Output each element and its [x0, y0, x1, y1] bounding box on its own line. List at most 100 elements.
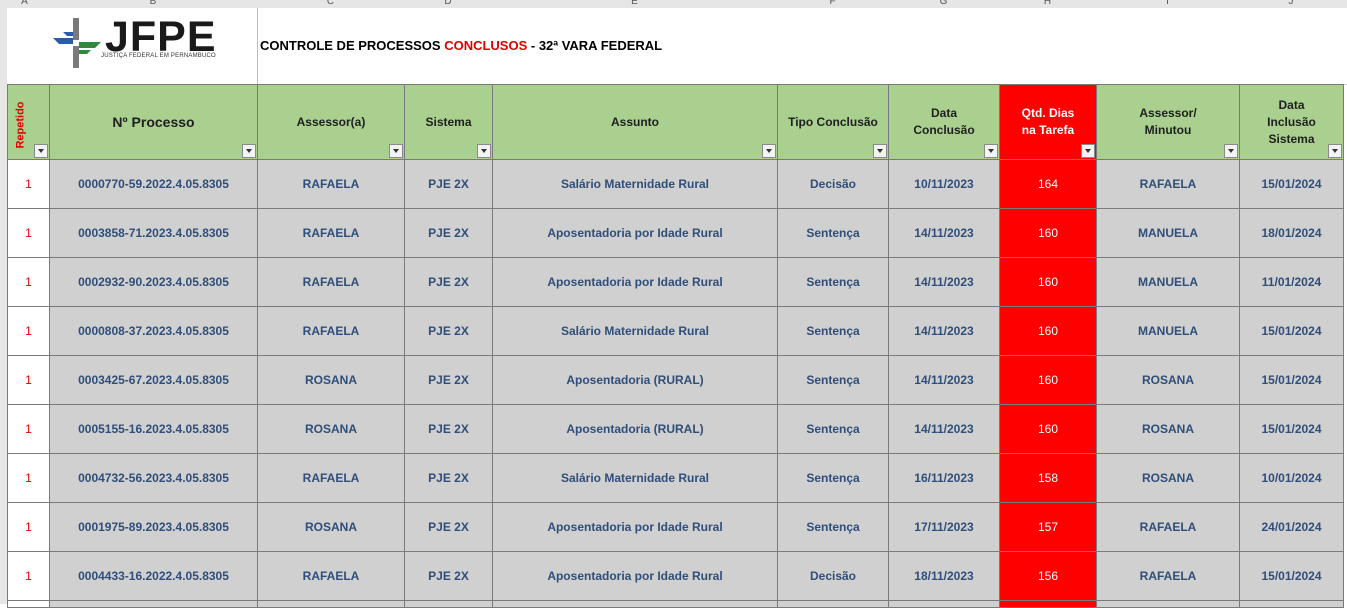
cell-sistema[interactable]: PJE 2X	[404, 159, 493, 209]
header-data-conclusao[interactable]: Data Conclusão	[888, 84, 1000, 160]
cell-data-inclusao[interactable]: 15/01/2024	[1239, 306, 1344, 356]
cell-repetido[interactable]	[7, 600, 50, 608]
cell-data-inclusao[interactable]: 24/01/2024	[1239, 502, 1344, 552]
cell-sistema[interactable]: PJE 2X	[404, 502, 493, 552]
cell-minutou[interactable]: RAFAELA	[1096, 502, 1240, 552]
cell-data-conclusao[interactable]	[888, 600, 1000, 608]
cell-minutou[interactable]: MANUELA	[1096, 257, 1240, 307]
cell-processo[interactable]: 0000770-59.2022.4.05.8305	[49, 159, 258, 209]
cell-tipo-conclusao[interactable]: Sentença	[777, 502, 889, 552]
header-sistema[interactable]: Sistema	[404, 84, 493, 160]
cell-data-inclusao[interactable]	[1239, 600, 1344, 608]
cell-qtd-dias[interactable]: 156	[999, 551, 1097, 601]
header-data-inclusao[interactable]: Data Inclusão Sistema	[1239, 84, 1344, 160]
cell-qtd-dias[interactable]: 158	[999, 453, 1097, 503]
cell-sistema[interactable]: PJE 2X	[404, 208, 493, 258]
cell-assunto[interactable]: Salário Maternidade Rural	[492, 306, 778, 356]
cell-processo[interactable]: 0001975-89.2023.4.05.8305	[49, 502, 258, 552]
cell-tipo-conclusao[interactable]: Sentença	[777, 306, 889, 356]
cell-minutou[interactable]: MANUELA	[1096, 306, 1240, 356]
filter-dropdown-icon[interactable]	[477, 144, 491, 158]
cell-sistema[interactable]: PJE 2X	[404, 453, 493, 503]
cell-data-conclusao[interactable]: 17/11/2023	[888, 502, 1000, 552]
cell-qtd-dias[interactable]: 160	[999, 306, 1097, 356]
cell-minutou[interactable]: RAFAELA	[1096, 551, 1240, 601]
filter-dropdown-icon[interactable]	[34, 144, 48, 158]
cell-data-inclusao[interactable]: 11/01/2024	[1239, 257, 1344, 307]
column-letter-i[interactable]: I	[1096, 0, 1239, 8]
header-minutou[interactable]: Assessor/ Minutou	[1096, 84, 1240, 160]
cell-sistema[interactable]: PJE 2X	[404, 306, 493, 356]
cell-processo[interactable]	[49, 600, 258, 608]
filter-dropdown-icon[interactable]	[242, 144, 256, 158]
cell-assessor[interactable]: ROSANA	[257, 502, 405, 552]
header-repetido[interactable]: Repetido	[7, 84, 50, 160]
cell-minutou[interactable]: ROSANA	[1096, 404, 1240, 454]
cell-tipo-conclusao[interactable]: Decisão	[777, 551, 889, 601]
cell-sistema[interactable]: PJE 2X	[404, 404, 493, 454]
filter-dropdown-icon[interactable]	[762, 144, 776, 158]
cell-tipo-conclusao[interactable]: Sentença	[777, 453, 889, 503]
filter-dropdown-icon[interactable]	[389, 144, 403, 158]
header-qtd-dias[interactable]: Qtd. Dias na Tarefa	[999, 84, 1097, 160]
cell-repetido[interactable]: 1	[7, 208, 50, 258]
filter-dropdown-icon[interactable]	[1224, 144, 1238, 158]
cell-qtd-dias[interactable]: 157	[999, 502, 1097, 552]
column-letter-d[interactable]: D	[404, 0, 492, 8]
cell-processo[interactable]: 0003858-71.2023.4.05.8305	[49, 208, 258, 258]
cell-processo[interactable]: 0002932-90.2023.4.05.8305	[49, 257, 258, 307]
column-letter-a[interactable]: A	[0, 0, 49, 8]
cell-assunto[interactable]: Salário Maternidade Rural	[492, 453, 778, 503]
cell-qtd-dias[interactable]: 160	[999, 257, 1097, 307]
cell-assessor[interactable]: RAFAELA	[257, 306, 405, 356]
cell-data-inclusao[interactable]: 15/01/2024	[1239, 404, 1344, 454]
cell-assunto[interactable]: Aposentadoria por Idade Rural	[492, 208, 778, 258]
column-letter-c[interactable]: C	[257, 0, 404, 8]
cell-assessor[interactable]: ROSANA	[257, 404, 405, 454]
cell-qtd-dias[interactable]: 164	[999, 159, 1097, 209]
cell-minutou[interactable]: ROSANA	[1096, 453, 1240, 503]
header-processo[interactable]: Nº Processo	[49, 84, 258, 160]
filter-dropdown-icon[interactable]	[1081, 144, 1095, 158]
cell-data-inclusao[interactable]: 18/01/2024	[1239, 208, 1344, 258]
cell-assessor[interactable]: RAFAELA	[257, 453, 405, 503]
cell-qtd-dias[interactable]	[999, 600, 1097, 608]
column-letter-g[interactable]: G	[888, 0, 999, 8]
cell-minutou[interactable]: ROSANA	[1096, 355, 1240, 405]
cell-minutou[interactable]	[1096, 600, 1240, 608]
cell-tipo-conclusao[interactable]: Sentença	[777, 208, 889, 258]
cell-tipo-conclusao[interactable]: Sentença	[777, 257, 889, 307]
cell-assessor[interactable]	[257, 600, 405, 608]
cell-sistema[interactable]: PJE 2X	[404, 257, 493, 307]
cell-assunto[interactable]: Aposentadoria por Idade Rural	[492, 502, 778, 552]
column-letter-b[interactable]: B	[49, 0, 257, 8]
cell-assunto[interactable]: Aposentadoria por Idade Rural	[492, 257, 778, 307]
filter-dropdown-icon[interactable]	[1328, 144, 1342, 158]
cell-sistema[interactable]: PJE 2X	[404, 551, 493, 601]
cell-tipo-conclusao[interactable]	[777, 600, 889, 608]
cell-data-conclusao[interactable]: 18/11/2023	[888, 551, 1000, 601]
cell-data-conclusao[interactable]: 14/11/2023	[888, 404, 1000, 454]
column-letter-e[interactable]: E	[492, 0, 777, 8]
cell-repetido[interactable]: 1	[7, 306, 50, 356]
cell-repetido[interactable]: 1	[7, 355, 50, 405]
cell-repetido[interactable]: 1	[7, 502, 50, 552]
header-assunto[interactable]: Assunto	[492, 84, 778, 160]
cell-assessor[interactable]: RAFAELA	[257, 257, 405, 307]
cell-assessor[interactable]: RAFAELA	[257, 551, 405, 601]
cell-tipo-conclusao[interactable]: Decisão	[777, 159, 889, 209]
cell-data-inclusao[interactable]: 15/01/2024	[1239, 355, 1344, 405]
cell-qtd-dias[interactable]: 160	[999, 355, 1097, 405]
cell-data-conclusao[interactable]: 14/11/2023	[888, 306, 1000, 356]
cell-minutou[interactable]: RAFAELA	[1096, 159, 1240, 209]
cell-data-conclusao[interactable]: 14/11/2023	[888, 355, 1000, 405]
cell-data-conclusao[interactable]: 10/11/2023	[888, 159, 1000, 209]
cell-repetido[interactable]: 1	[7, 404, 50, 454]
column-letter-h[interactable]: H	[999, 0, 1096, 8]
cell-sistema[interactable]	[404, 600, 493, 608]
cell-qtd-dias[interactable]: 160	[999, 208, 1097, 258]
cell-processo[interactable]: 0004433-16.2022.4.05.8305	[49, 551, 258, 601]
cell-assunto[interactable]: Aposentadoria por Idade Rural	[492, 551, 778, 601]
column-letter-j[interactable]: J	[1239, 0, 1343, 8]
cell-processo[interactable]: 0000808-37.2023.4.05.8305	[49, 306, 258, 356]
